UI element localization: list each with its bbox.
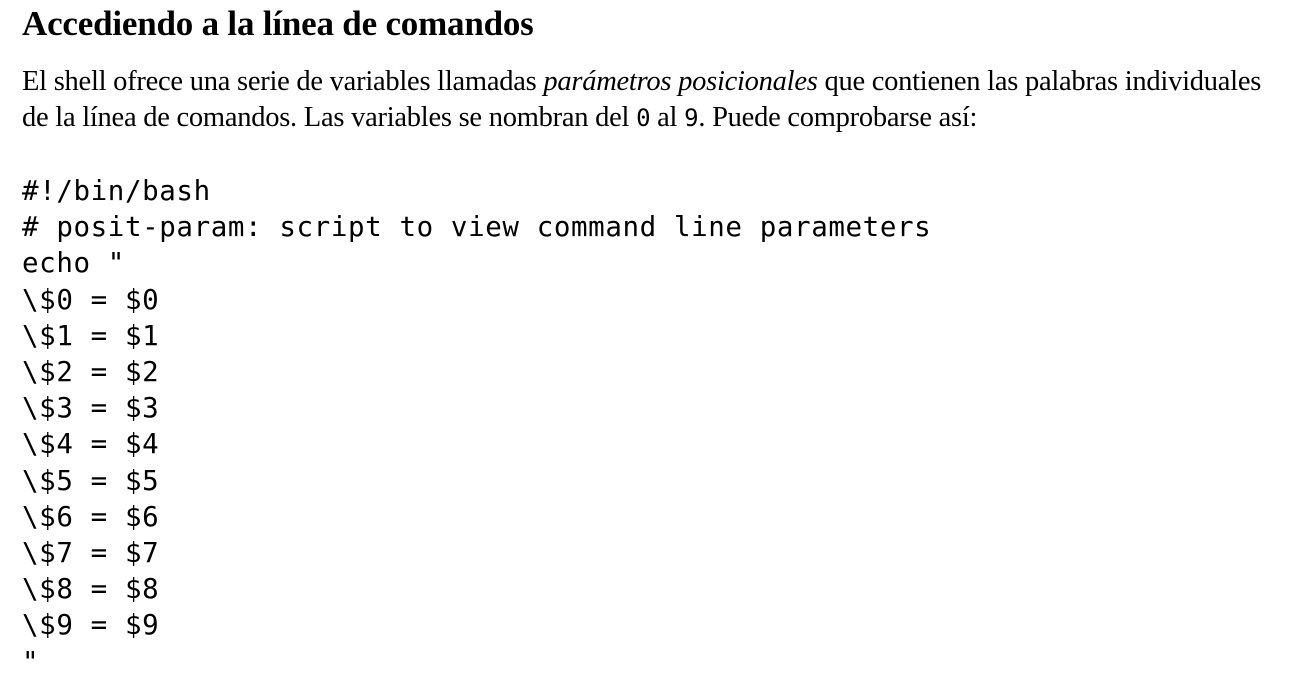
- intro-text-1: El shell ofrece una serie de variables l…: [22, 66, 544, 97]
- code-line: ": [22, 645, 40, 678]
- code-line: #!/bin/bash: [22, 175, 211, 207]
- section-heading: Accediendo a la línea de comandos: [22, 4, 534, 43]
- document-page: Accediendo a la línea de comandos El she…: [22, 0, 1290, 680]
- code-line: echo ": [22, 247, 125, 280]
- intro-paragraph: El shell ofrece una serie de variables l…: [22, 64, 1290, 136]
- code-line: \$5 = $5: [22, 464, 160, 497]
- code-line: \$1 = $1: [22, 319, 160, 352]
- code-line: \$4 = $4: [22, 428, 160, 461]
- code-line: # posit-param: script to view command li…: [22, 211, 932, 244]
- code-line: \$7 = $7: [22, 537, 160, 570]
- code-line: \$9 = $9: [22, 609, 160, 642]
- code-line: \$8 = $8: [22, 573, 160, 606]
- inline-code-last: 9: [684, 104, 699, 132]
- code-block: #!/bin/bash # posit-param: script to view…: [22, 173, 1290, 680]
- intro-text-3: al: [650, 102, 685, 133]
- intro-emphasis: parámetros posicionales: [543, 66, 818, 97]
- inline-code-first: 0: [636, 104, 651, 132]
- code-line: \$6 = $6: [22, 500, 160, 533]
- intro-text-4: . Puede comprobarse así:: [698, 102, 978, 133]
- code-line: \$2 = $2: [22, 356, 160, 389]
- code-line: \$0 = $0: [22, 283, 160, 316]
- code-line: \$3 = $3: [22, 392, 160, 425]
